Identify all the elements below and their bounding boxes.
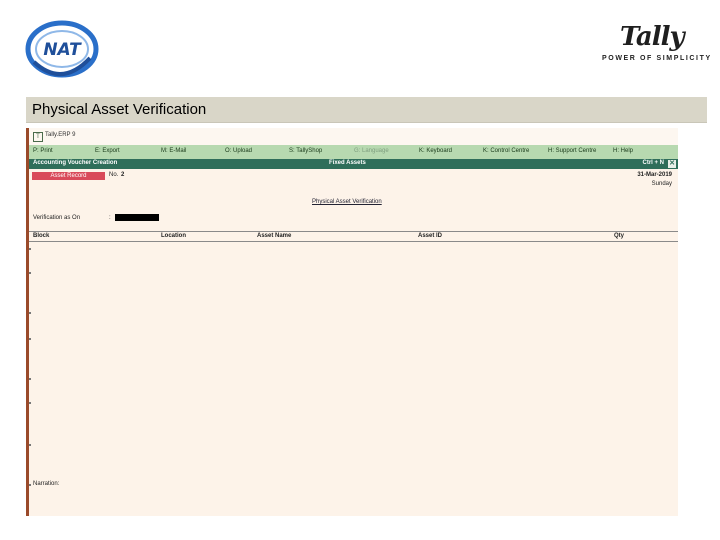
tally-window: T Tally.ERP 9 P: Print E: Export M: E-Ma… bbox=[26, 128, 678, 516]
voucher-mode-label: Accounting Voucher Creation bbox=[33, 160, 118, 166]
tally-logo: Tally POWER OF SIMPLICITY bbox=[598, 22, 710, 66]
menu-upload[interactable]: O: Upload bbox=[225, 148, 252, 154]
button-bar: P: Print E: Export M: E-Mail O: Upload S… bbox=[29, 145, 678, 160]
column-asset-name: Asset Name bbox=[257, 233, 292, 239]
tally-tagline: POWER OF SIMPLICITY bbox=[602, 55, 712, 62]
column-location: Location bbox=[161, 233, 186, 239]
table-header: Block Location Asset Name Asset ID Qty bbox=[29, 231, 678, 242]
voucher-number-label: No. bbox=[109, 172, 119, 178]
menu-keyboard[interactable]: K: Keyboard bbox=[419, 148, 452, 154]
report-title: Physical Asset Verification bbox=[312, 199, 382, 205]
voucher-day: Sunday bbox=[651, 181, 672, 187]
window-titlebar: T Tally.ERP 9 bbox=[29, 128, 678, 146]
nat-logo: NAT bbox=[25, 20, 99, 78]
slide-title-bar: Physical Asset Verification bbox=[26, 97, 707, 123]
voucher-number: 2 bbox=[121, 172, 125, 178]
window-title: Tally.ERP 9 bbox=[45, 132, 76, 138]
close-icon[interactable]: ✕ bbox=[668, 160, 676, 168]
menu-support-centre[interactable]: H: Support Centre bbox=[548, 148, 596, 154]
menu-tallyshop[interactable]: S: TallyShop bbox=[289, 148, 322, 154]
company-name: Fixed Assets bbox=[329, 160, 366, 166]
shortcut-label: Ctrl + N bbox=[642, 160, 664, 166]
column-block: Block bbox=[33, 233, 50, 239]
voucher-type-badge[interactable]: Asset Record bbox=[32, 172, 105, 180]
menu-email[interactable]: M: E-Mail bbox=[161, 148, 186, 154]
menu-help[interactable]: H: Help bbox=[613, 148, 633, 154]
menu-language[interactable]: G: Language bbox=[354, 148, 389, 154]
left-margin-marks bbox=[29, 248, 32, 508]
voucher-date[interactable]: 31-Mar-2019 bbox=[637, 172, 672, 178]
slide-title: Physical Asset Verification bbox=[32, 101, 207, 118]
tally-app-icon: T bbox=[33, 132, 43, 142]
column-qty: Qty bbox=[614, 233, 625, 239]
verification-date-input[interactable] bbox=[115, 214, 159, 221]
menu-export[interactable]: E: Export bbox=[95, 148, 120, 154]
menu-print[interactable]: P: Print bbox=[33, 148, 53, 154]
menu-control-centre[interactable]: K: Control Centre bbox=[483, 148, 529, 154]
nat-logo-text: NAT bbox=[43, 40, 82, 60]
narration-label: Narration: bbox=[33, 481, 60, 487]
column-asset-id: Asset ID bbox=[418, 233, 443, 239]
verification-colon: : bbox=[109, 215, 111, 221]
tally-logo-text: Tally bbox=[620, 22, 685, 52]
verification-date-label: Verification as On bbox=[33, 215, 81, 221]
voucher-header-bar: Accounting Voucher Creation Fixed Assets… bbox=[29, 159, 678, 169]
